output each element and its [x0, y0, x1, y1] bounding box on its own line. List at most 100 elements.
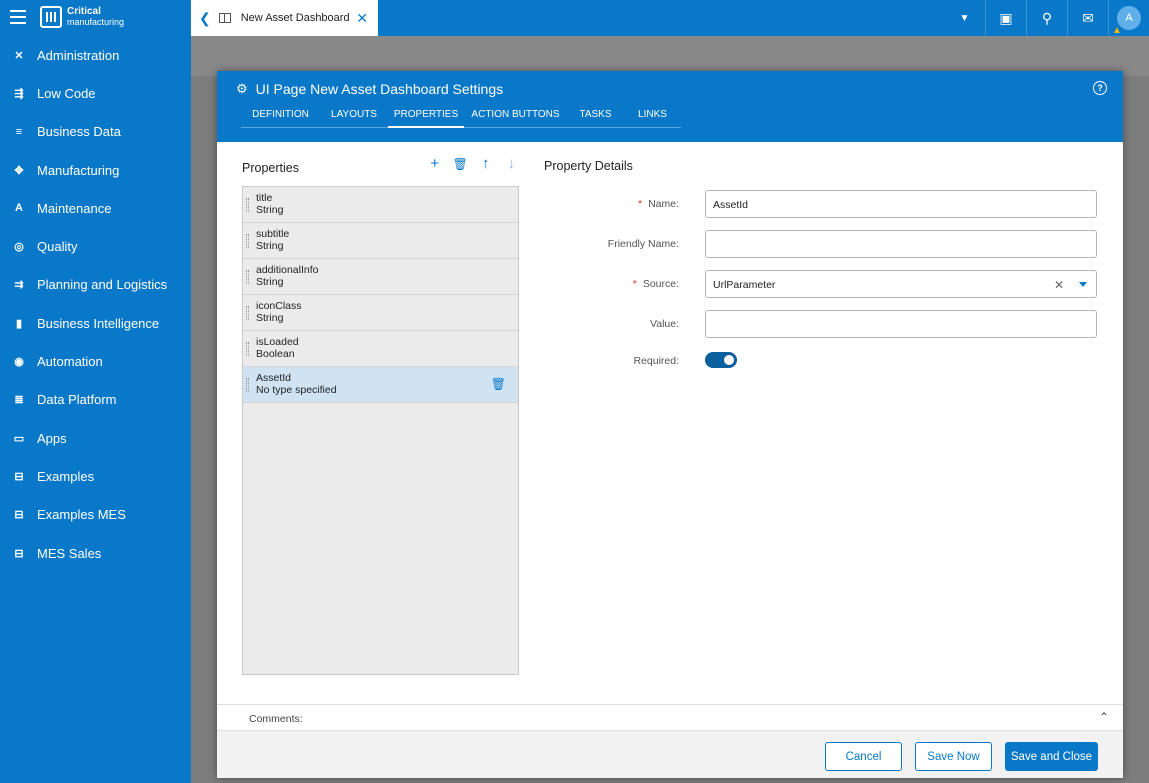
mes-sales-icon: ⊟: [14, 547, 24, 560]
property-item[interactable]: title String: [243, 187, 518, 223]
chevron-down-icon[interactable]: [1079, 282, 1087, 287]
source-select[interactable]: UrlParameter ✕: [705, 270, 1097, 298]
wrench-icon: ✕: [14, 49, 24, 62]
friendly-name-input[interactable]: [705, 230, 1097, 258]
property-item[interactable]: isLoaded Boolean: [243, 331, 518, 367]
drag-handle-icon[interactable]: [246, 270, 249, 284]
sidebar-item-label: MES Sales: [37, 545, 102, 561]
search-icon[interactable]: ⚲: [1026, 0, 1067, 36]
sidebar-item-planning-and-logistics[interactable]: ⇉ Planning and Logistics: [0, 266, 191, 304]
property-type: String: [256, 204, 284, 216]
user-menu[interactable]: A ▲: [1108, 0, 1149, 36]
comments-bar[interactable]: Comments: ⌃: [217, 704, 1123, 730]
property-type: No type specified: [256, 384, 337, 396]
automation-icon: ◉: [14, 356, 24, 369]
value-input[interactable]: [705, 310, 1097, 338]
clear-icon[interactable]: ✕: [1054, 278, 1064, 292]
tab-action-buttons[interactable]: ACTION BUTTONS: [464, 109, 567, 128]
back-chevron-icon[interactable]: ❮: [199, 10, 211, 27]
move-up-icon[interactable]: ↑: [473, 155, 499, 172]
property-item[interactable]: AssetId No type specified 🗑: [243, 367, 518, 403]
tab-tasks[interactable]: TASKS: [567, 109, 624, 128]
dropdown-icon[interactable]: ▼: [944, 0, 985, 36]
drag-handle-icon[interactable]: [246, 342, 249, 356]
dialog-tabs: DEFINITION LAYOUTS PROPERTIES ACTION BUTTON…: [241, 109, 681, 128]
delete-icon[interactable]: 🗑: [448, 155, 474, 172]
sidebar-item-label: Examples: [37, 468, 95, 484]
sidebar-item-mes-sales[interactable]: ⊟ MES Sales: [0, 534, 191, 572]
sidebar-item-business-intelligence[interactable]: ▮ Business Intelligence: [0, 304, 191, 342]
properties-toolbar: + 🗑 ↑ ↓: [422, 155, 524, 172]
property-name: subtitle: [256, 228, 290, 240]
dialog-footer: Cancel Save Now Save and Close: [217, 730, 1123, 778]
tab-layouts[interactable]: LAYOUTS: [320, 109, 388, 128]
sidebar-item-label: Low Code: [37, 85, 96, 101]
avatar[interactable]: A ▲: [1112, 6, 1141, 36]
page-tab[interactable]: ❮ New Asset Dashboard ✕: [191, 0, 378, 36]
cancel-button[interactable]: Cancel: [825, 742, 902, 771]
sidebar-item-low-code[interactable]: ⇶ Low Code: [0, 74, 191, 112]
sidebar-item-quality[interactable]: ◎ Quality: [0, 227, 191, 265]
drag-handle-icon[interactable]: [246, 378, 249, 392]
scan-icon[interactable]: ▣: [985, 0, 1026, 36]
background-toolbar: [191, 36, 1149, 76]
required-marker: *: [637, 198, 643, 210]
sidebar-item-data-platform[interactable]: ≣ Data Platform: [0, 381, 191, 419]
dialog-title: UI Page New Asset Dashboard Settings: [255, 81, 504, 97]
comments-label: Comments:: [249, 713, 303, 725]
required-toggle[interactable]: [705, 352, 737, 368]
property-type: String: [256, 312, 284, 324]
save-and-close-button[interactable]: Save and Close: [1005, 742, 1098, 771]
value-label: Value:: [650, 318, 679, 330]
tab-definition[interactable]: DEFINITION: [241, 109, 320, 128]
property-item[interactable]: additionalInfo String: [243, 259, 518, 295]
sidebar-item-label: Apps: [37, 430, 67, 446]
save-now-button[interactable]: Save Now: [915, 742, 992, 771]
sidebar-item-apps[interactable]: ▭ Apps: [0, 419, 191, 457]
planning-icon: ⇉: [14, 279, 24, 292]
sidebar-item-examples-mes[interactable]: ⊟ Examples MES: [0, 496, 191, 534]
drag-handle-icon[interactable]: [246, 234, 249, 248]
menu-icon[interactable]: [10, 10, 26, 24]
tab-links[interactable]: LINKS: [624, 109, 681, 128]
property-type: String: [256, 276, 284, 288]
logo-line2: manufacturing: [67, 17, 125, 27]
name-row: * Name: AssetId: [544, 190, 1097, 218]
property-item[interactable]: subtitle String: [243, 223, 518, 259]
sidebar-item-label: Business Intelligence: [37, 315, 160, 331]
tab-properties[interactable]: PROPERTIES: [388, 109, 464, 128]
property-item[interactable]: iconClass String: [243, 295, 518, 331]
sidebar-item-label: Manufacturing: [37, 162, 120, 178]
drag-handle-icon[interactable]: [246, 306, 249, 320]
messages-icon[interactable]: ✉: [1067, 0, 1108, 36]
property-name: title: [256, 192, 273, 204]
sidebar-item-label: Data Platform: [37, 392, 117, 408]
sidebar-item-business-data[interactable]: ≡ Business Data: [0, 113, 191, 151]
add-icon[interactable]: +: [422, 155, 448, 172]
database-icon: ≡: [15, 125, 23, 138]
move-down-icon[interactable]: ↓: [499, 155, 525, 172]
sidebar-item-automation[interactable]: ◉ Automation: [0, 342, 191, 380]
properties-list: title String subtitle String additionalInfo S…: [242, 186, 519, 675]
tab-title: New Asset Dashboard: [240, 12, 350, 24]
sidebar-item-maintenance[interactable]: A Maintenance: [0, 189, 191, 227]
sidebar-item-examples[interactable]: ⊟ Examples: [0, 457, 191, 495]
logo-mark-icon: [40, 6, 62, 28]
chevron-up-icon[interactable]: ⌃: [1099, 710, 1109, 724]
gears-icon: ✥: [14, 164, 24, 177]
code-icon: ⇶: [14, 87, 24, 100]
examples-icon: ⊟: [14, 470, 24, 483]
delete-property-icon[interactable]: 🗑: [491, 377, 506, 391]
quality-icon: ◎: [14, 241, 24, 254]
source-value: UrlParameter: [713, 279, 776, 291]
logo-line1: Critical: [67, 6, 101, 17]
drag-handle-icon[interactable]: [246, 198, 249, 212]
sidebar-item-administration[interactable]: ✕ Administration: [0, 36, 191, 74]
name-input[interactable]: AssetId: [705, 190, 1097, 218]
sidebar-item-label: Business Data: [37, 124, 121, 140]
sidebar-item-manufacturing[interactable]: ✥ Manufacturing: [0, 151, 191, 189]
help-icon[interactable]: ?: [1093, 81, 1107, 95]
apps-icon: ▭: [13, 432, 25, 445]
sidebar-item-label: Maintenance: [37, 200, 112, 216]
close-tab-icon[interactable]: ✕: [356, 10, 368, 27]
